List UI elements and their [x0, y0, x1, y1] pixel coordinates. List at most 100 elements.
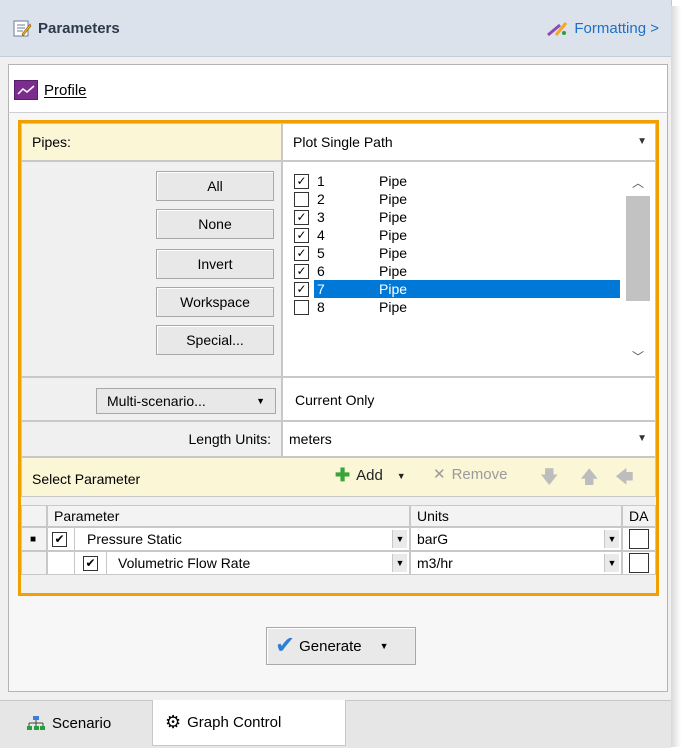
invert-label: Invert: [197, 256, 233, 272]
select-all-label: All: [207, 178, 223, 194]
add-button[interactable]: ✚ Add ▼: [335, 465, 406, 486]
grid-corner: [21, 505, 47, 527]
special-button[interactable]: Special...: [156, 325, 274, 355]
scroll-down-icon[interactable]: ﹀: [632, 348, 644, 365]
length-units-select[interactable]: meters ▼: [282, 421, 656, 457]
row-header[interactable]: ■: [21, 527, 47, 551]
pipe-checkbox[interactable]: ✓: [294, 281, 309, 297]
da-cell[interactable]: [622, 527, 656, 551]
chevron-down-icon[interactable]: ▼: [380, 641, 389, 651]
pipes-mode-value: Plot Single Path: [293, 134, 393, 150]
add-label: Add: [356, 467, 383, 484]
list-item[interactable]: ✓ 4 Pipe: [290, 226, 620, 244]
current-row-icon: ■: [30, 533, 37, 545]
tab-graph-control[interactable]: ⚙ Graph Control: [152, 700, 346, 746]
multi-scenario-button[interactable]: Multi-scenario... ▼: [96, 388, 276, 414]
select-none-label: None: [198, 216, 232, 232]
chevron-down-icon[interactable]: ▼: [397, 471, 406, 481]
plus-icon: ✚: [335, 465, 351, 485]
pipe-name: Pipe: [379, 191, 408, 207]
select-none-button[interactable]: None: [156, 209, 274, 239]
tab-profile[interactable]: Profile: [14, 80, 87, 100]
pipe-checkbox[interactable]: [294, 191, 309, 207]
da-column-header: DA: [622, 505, 656, 527]
workspace-label: Workspace: [180, 294, 250, 310]
pipe-checkbox[interactable]: ✓: [294, 263, 309, 279]
units-value: barG: [417, 531, 449, 547]
pipe-checkbox[interactable]: [294, 299, 309, 315]
parameter-enable-checkbox[interactable]: ✔: [83, 555, 98, 571]
parameter-column-header: Parameter: [47, 505, 410, 527]
da-checkbox[interactable]: [629, 553, 649, 573]
chevron-down-icon: ▼: [637, 433, 647, 444]
table-row[interactable]: ✔ Volumetric Flow Rate ▼: [47, 551, 410, 575]
pipe-number: 2: [317, 191, 325, 207]
list-item[interactable]: 8 Pipe: [290, 298, 620, 316]
parameter-name: Pressure Static: [87, 531, 182, 547]
pipe-checkbox[interactable]: ✓: [294, 173, 309, 189]
chevron-down-icon[interactable]: ▼: [604, 554, 619, 572]
list-item[interactable]: ✓ 1 Pipe: [290, 172, 620, 190]
parameter-column-label: Parameter: [54, 508, 120, 524]
parameter-enable-checkbox[interactable]: ✔: [52, 531, 67, 547]
pipe-number: 1: [317, 173, 325, 189]
scroll-thumb[interactable]: [626, 196, 650, 301]
pipe-name: Pipe: [379, 173, 408, 189]
tab-strip: [8, 64, 668, 113]
length-units-label-cell: Length Units:: [21, 421, 282, 457]
scroll-up-icon[interactable]: ︿: [632, 174, 644, 191]
pipe-number: 5: [317, 245, 325, 261]
table-row[interactable]: ✔ Pressure Static ▼: [47, 527, 410, 551]
pipe-checklist[interactable]: ✓ 1 Pipe 2 Pipe ✓ 3 Pipe ✓ 4 Pipe ✓ 5 Pipe ✓ 6 Pipe ✓ 7 Pip…: [290, 170, 620, 370]
parameter-name: Volumetric Flow Rate: [118, 555, 251, 571]
scenario-tree-icon: [27, 716, 45, 730]
units-select[interactable]: m3/hr ▼: [410, 551, 622, 575]
multi-scenario-label: Multi-scenario...: [107, 393, 206, 409]
select-all-button[interactable]: All: [156, 171, 274, 201]
chevron-down-icon[interactable]: ▼: [392, 554, 407, 572]
pipe-number: 4: [317, 227, 325, 243]
row-header[interactable]: [21, 551, 47, 575]
move-down-icon[interactable]: 🡇: [540, 465, 559, 495]
pipes-label: Pipes:: [32, 134, 71, 150]
pipes-mode-select[interactable]: Plot Single Path ▼: [282, 123, 656, 161]
special-label: Special...: [186, 332, 244, 348]
generate-label: Generate: [299, 637, 362, 655]
pipe-number: 8: [317, 299, 325, 315]
formatting-label: Formatting >: [574, 20, 659, 37]
da-checkbox[interactable]: [629, 529, 649, 549]
list-item[interactable]: 2 Pipe: [290, 190, 620, 208]
move-left-icon[interactable]: 🡄: [615, 465, 634, 495]
pipe-checkbox[interactable]: ✓: [294, 209, 309, 225]
pipe-number: 3: [317, 209, 325, 225]
chevron-down-icon: ▼: [637, 136, 647, 147]
pipe-name: Pipe: [379, 245, 408, 261]
formatting-link[interactable]: Formatting >: [546, 20, 659, 37]
da-cell[interactable]: [622, 551, 656, 575]
chevron-down-icon[interactable]: ▼: [392, 530, 407, 548]
list-item[interactable]: ✓ 7 Pipe: [290, 280, 620, 298]
list-item[interactable]: ✓ 5 Pipe: [290, 244, 620, 262]
generate-button[interactable]: ✔ Generate ▼: [266, 627, 416, 665]
parameters-icon: [12, 18, 32, 38]
units-select[interactable]: barG ▼: [410, 527, 622, 551]
tab-scenario[interactable]: Scenario: [14, 700, 149, 746]
units-column-header: Units: [410, 505, 622, 527]
move-up-icon[interactable]: 🡅: [580, 465, 599, 495]
list-item[interactable]: ✓ 3 Pipe: [290, 208, 620, 226]
list-item[interactable]: ✓ 6 Pipe: [290, 262, 620, 280]
pipe-checkbox[interactable]: ✓: [294, 227, 309, 243]
profile-chart-icon: [14, 80, 38, 100]
tab-scenario-label: Scenario: [52, 714, 112, 732]
remove-button[interactable]: ✕ Remove: [433, 465, 508, 484]
pipe-checkbox[interactable]: ✓: [294, 245, 309, 261]
chevron-down-icon: ▼: [256, 396, 265, 406]
remove-label: Remove: [451, 465, 508, 483]
workspace-button[interactable]: Workspace: [156, 287, 274, 317]
pipe-name: Pipe: [379, 281, 408, 297]
units-value: m3/hr: [417, 555, 453, 571]
chevron-down-icon[interactable]: ▼: [604, 530, 619, 548]
invert-button[interactable]: Invert: [156, 249, 274, 279]
formatting-icon: [547, 21, 568, 36]
gear-icon: ⚙: [165, 712, 182, 732]
